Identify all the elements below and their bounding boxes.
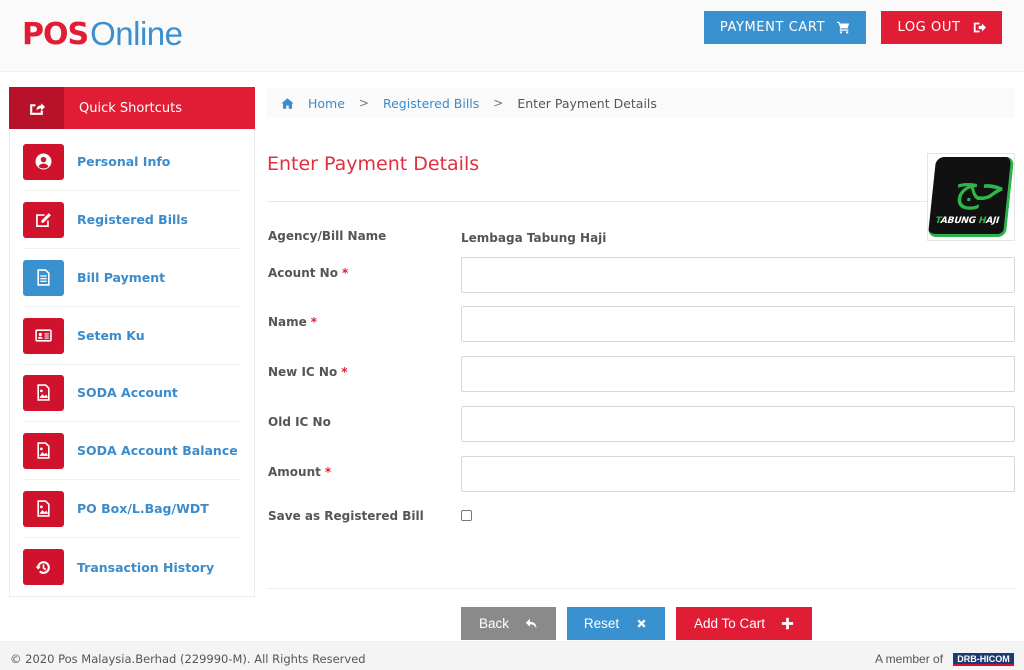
close-icon [637,619,646,628]
header: POS Online PAYMENT CART LOG OUT [0,0,1024,72]
tabung-haji-glyph: ﺣﺞ [952,164,1009,210]
amount-input[interactable] [461,456,1015,492]
new-ic-no-input[interactable] [461,356,1015,392]
edit-icon [36,213,51,227]
logo-online: Online [90,15,183,52]
id-card-icon [35,329,52,342]
sidebar-item-transaction-history[interactable]: Transaction History [23,538,241,596]
reply-icon [525,618,537,629]
logout-button[interactable]: LOG OUT [881,11,1002,44]
reset-button[interactable]: Reset [567,607,665,640]
tabung-haji-logo: ﺣﺞ TABUNG HAJI [927,153,1015,241]
share-square-icon [30,102,45,115]
sidebar-item-label: Setem Ku [77,328,145,343]
payment-cart-button[interactable]: PAYMENT CART [704,11,866,44]
plus-icon [781,617,794,630]
name-input[interactable] [461,306,1015,342]
sidebar-item-bill-payment[interactable]: Bill Payment [23,249,241,307]
file-text-icon [37,269,50,286]
form-divider [267,588,1015,589]
history-icon [35,560,50,574]
save-registered-bill-label: Save as Registered Bill [268,509,424,523]
amount-label: Amount * [268,465,332,479]
breadcrumb-home-link[interactable]: Home [308,96,345,111]
account-no-label: Acount No * [268,266,349,280]
breadcrumb-separator: > [358,96,369,110]
breadcrumb-current: Enter Payment Details [517,95,657,111]
sidebar-item-registered-bills[interactable]: Registered Bills [23,191,241,249]
copyright-text: © 2020 Pos Malaysia.Berhad (229990-M). A… [10,652,366,666]
user-circle-icon [35,153,52,170]
page-title: Enter Payment Details [267,153,480,175]
back-button[interactable]: Back [461,607,556,640]
setem-ku-icon-box [23,317,64,354]
add-to-cart-button[interactable]: Add To Cart [676,607,812,640]
reset-label: Reset [583,616,620,631]
old-ic-no-input[interactable] [461,406,1015,442]
registered-bills-icon-box [23,201,64,238]
sidebar-item-personal-info[interactable]: Personal Info [23,133,241,191]
save-registered-bill-checkbox[interactable] [461,510,472,521]
account-no-input[interactable] [461,257,1015,293]
share-square-icon-box [9,87,64,129]
file-image-icon [37,384,50,401]
quick-shortcuts-title: Quick Shortcuts [79,100,183,116]
sidebar-item-label: SODA Account Balance [77,443,238,458]
drb-hicom-logo: DRB-HICOM [953,653,1014,666]
old-ic-no-label: Old IC No [268,415,331,429]
sign-out-icon [973,22,986,33]
sidebar-item-label: PO Box/L.Bag/WDT [77,501,209,516]
bill-payment-icon-box [23,259,64,296]
home-icon[interactable] [281,97,294,110]
po-box-icon-box [23,490,64,527]
shopping-cart-icon [837,21,850,34]
logout-label: LOG OUT [897,20,961,35]
soda-account-balance-icon-box [23,432,64,469]
sidebar-item-setem-ku[interactable]: Setem Ku [23,307,241,365]
agency-value: Lembaga Tabung Haji [461,231,607,245]
payment-cart-label: PAYMENT CART [719,20,826,35]
sidebar-item-label: SODA Account [77,385,178,400]
personal-info-icon-box [23,143,64,180]
breadcrumb-registered-bills-link[interactable]: Registered Bills [383,96,479,111]
tabung-haji-logo-plate: ﺣﺞ TABUNG HAJI [927,157,1015,237]
add-to-cart-label: Add To Cart [693,616,766,631]
name-label: Name * [268,315,318,329]
sidebar-item-label: Transaction History [77,559,215,575]
back-label: Back [478,616,509,631]
sidebar-item-label: Bill Payment [77,270,166,285]
title-divider [267,201,927,202]
breadcrumb: Home > Registered Bills > Enter Payment … [267,88,1015,118]
logo-pos: POS [22,16,89,52]
sidebar-item-label: Registered Bills [77,212,188,227]
file-image-icon [37,500,50,517]
sidebar-item-po-box[interactable]: PO Box/L.Bag/WDT [23,480,241,538]
quick-shortcuts-header: Quick Shortcuts [9,87,255,129]
footer: © 2020 Pos Malaysia.Berhad (229990-M). A… [0,641,1024,670]
member-of-text: A member of [875,652,944,666]
quick-shortcuts-sidebar: Quick Shortcuts Personal Info Registered… [9,87,255,597]
pos-online-logo[interactable]: POS Online [22,14,183,54]
breadcrumb-separator: > [493,96,504,110]
tabung-haji-text: TABUNG HAJI [934,216,1000,226]
sidebar-item-soda-account-balance[interactable]: SODA Account Balance [23,422,241,480]
file-image-icon [37,442,50,459]
transaction-history-icon-box [23,549,64,585]
new-ic-no-label: New IC No * [268,365,348,379]
soda-account-icon-box [23,374,64,411]
sidebar-item-label: Personal Info [77,154,171,169]
sidebar-item-soda-account[interactable]: SODA Account [23,364,241,422]
agency-label: Agency/Bill Name [268,229,387,243]
